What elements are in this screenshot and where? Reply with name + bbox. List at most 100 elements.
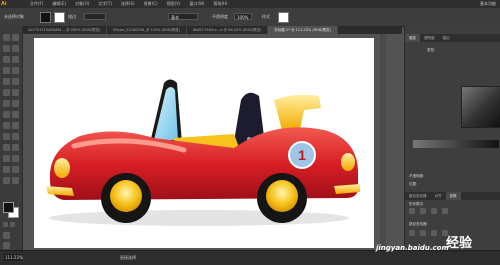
menu-effect[interactable]: 效果(C)	[144, 1, 158, 7]
gradient-tool-icon[interactable]	[12, 133, 19, 140]
app-logo: Ai	[1, 1, 7, 7]
front-hubcap	[110, 180, 142, 212]
menu-window[interactable]: 窗口(W)	[189, 1, 204, 7]
hand-tool-icon[interactable]	[3, 177, 10, 184]
blend-tool-icon[interactable]	[12, 144, 19, 151]
tab-stroke[interactable]: 描边	[439, 34, 454, 42]
watermark-site: jingyan.baidu.com	[376, 244, 449, 252]
draw-mode-icon[interactable]	[3, 232, 10, 239]
car-shadow	[49, 210, 349, 226]
pen-tool-icon[interactable]	[3, 56, 10, 63]
brush-field[interactable]: 基本	[168, 13, 198, 20]
minus-front-icon[interactable]	[420, 208, 426, 214]
pathfinder-panel-tabs: 路径查找器 对齐 变换	[405, 192, 500, 200]
position-label: 位置:	[409, 182, 418, 186]
gradient-type-label: 类型:	[427, 48, 436, 52]
gradient-mode-icon[interactable]	[10, 222, 15, 227]
vertical-scrollbar[interactable]	[380, 34, 386, 250]
scale-tool-icon[interactable]	[12, 100, 19, 107]
stroke-weight-field[interactable]	[84, 13, 106, 20]
watermark: 经验 jingyan.baidu.com	[376, 232, 498, 260]
intersect-icon[interactable]	[431, 208, 437, 214]
pathfinder-label: 路径查找器:	[409, 222, 428, 226]
control-bar: 未选择对象 描边 基本 不透明度 100% 样式	[0, 8, 500, 27]
tab-gradient[interactable]: 渐变	[405, 34, 420, 42]
opacity-field[interactable]: 100%	[234, 13, 252, 20]
gradient-slider[interactable]	[413, 140, 499, 148]
menu-help[interactable]: 帮助(H)	[213, 1, 227, 7]
menu-file[interactable]: 文件(F)	[30, 1, 43, 7]
rotate-tool-icon[interactable]	[3, 100, 10, 107]
magic-wand-tool-icon[interactable]	[3, 45, 10, 52]
rear-hubcap	[266, 180, 298, 212]
tab-doc-3[interactable]: 8b8217465cc…e @ 66.43% (RGB/预览)	[187, 26, 269, 34]
gradient-preview	[461, 86, 500, 128]
graph-tool-icon[interactable]	[12, 155, 19, 162]
menu-bar: Ai 文件(F) 编辑(E) 对象(O) 文字(T) 选择(S) 效果(C) 视…	[0, 0, 500, 8]
gradient-panel-tabs: 渐变 透明度 描边	[405, 34, 500, 42]
workspace-switcher[interactable]: 基本功能	[480, 0, 496, 8]
exclude-icon[interactable]	[442, 208, 448, 214]
shape-mode-buttons	[409, 208, 448, 214]
tab-transparency[interactable]: 透明度	[420, 34, 439, 42]
fill-color-box[interactable]	[3, 202, 14, 213]
zoom-field[interactable]: 111.22%	[4, 254, 23, 261]
fill-swatch[interactable]	[40, 12, 51, 23]
document-tabs: 2b7751519408d94… @ 265% (RGB/预览) Ellipse…	[22, 26, 402, 34]
eraser-tool-icon[interactable]	[12, 89, 19, 96]
tab-doc-2[interactable]: Ellipse_20180208_@ 100% (RGB/预览)	[107, 26, 188, 34]
menu-view[interactable]: 视图(V)	[167, 1, 181, 7]
line-tool-icon[interactable]	[3, 67, 10, 74]
menu-select[interactable]: 选择(S)	[121, 1, 135, 7]
right-panels: 渐变 透明度 描边 类型: 不透明度: 位置: 路径查找器 对齐 变换 形状模式…	[404, 26, 500, 250]
badge-number: 1	[298, 147, 306, 163]
perspective-grid-tool-icon[interactable]	[12, 122, 19, 129]
shape-mode-label: 形状模式:	[409, 202, 425, 206]
slice-tool-icon[interactable]	[12, 166, 19, 173]
tab-doc-1[interactable]: 2b7751519408d94… @ 265% (RGB/预览)	[22, 26, 108, 34]
direct-selection-tool-icon[interactable]	[12, 34, 19, 41]
lasso-tool-icon[interactable]	[12, 45, 19, 52]
blob-brush-tool-icon[interactable]	[3, 89, 10, 96]
current-tool-label: 直接选择	[120, 255, 136, 260]
eyedropper-tool-icon[interactable]	[3, 144, 10, 151]
selection-status: 未选择对象	[4, 14, 24, 19]
watermark-brand: 经验	[446, 236, 473, 251]
color-mode-icon[interactable]	[3, 222, 8, 227]
symbol-sprayer-tool-icon[interactable]	[3, 155, 10, 162]
style-label: 样式	[262, 14, 270, 19]
menu-object[interactable]: 对象(O)	[75, 1, 89, 7]
pencil-tool-icon[interactable]	[12, 78, 19, 85]
rear-spoiler	[274, 94, 321, 130]
opacity-label-panel: 不透明度:	[409, 174, 425, 178]
selection-tool-icon[interactable]	[3, 34, 10, 41]
artboard[interactable]: 1	[34, 38, 374, 248]
opacity-label: 不透明度	[212, 14, 228, 19]
taillight	[341, 153, 355, 171]
menu-list: 文件(F) 编辑(E) 对象(O) 文字(T) 选择(S) 效果(C) 视图(V…	[30, 0, 228, 8]
shape-builder-tool-icon[interactable]	[3, 122, 10, 129]
menu-type[interactable]: 文字(T)	[98, 1, 112, 7]
stroke-swatch[interactable]	[54, 12, 65, 23]
tools-panel	[0, 26, 23, 250]
free-transform-tool-icon[interactable]	[12, 111, 19, 118]
width-tool-icon[interactable]	[3, 111, 10, 118]
headlight-front	[54, 158, 70, 178]
zoom-tool-icon[interactable]	[12, 177, 19, 184]
mesh-tool-icon[interactable]	[3, 133, 10, 140]
workspace-label: 基本功能	[480, 1, 496, 6]
type-tool-icon[interactable]	[12, 56, 19, 63]
style-swatch[interactable]	[278, 12, 289, 23]
stroke-label: 描边	[68, 14, 76, 19]
screen-mode-icon[interactable]	[3, 242, 10, 249]
tab-pathfinder[interactable]: 路径查找器	[405, 192, 431, 200]
artboard-tool-icon[interactable]	[3, 166, 10, 173]
car-illustration: 1	[46, 79, 360, 226]
tab-transform[interactable]: 变换	[445, 192, 461, 200]
menu-edit[interactable]: 编辑(E)	[52, 1, 66, 7]
tab-align[interactable]: 对齐	[431, 192, 446, 200]
rectangle-tool-icon[interactable]	[12, 67, 19, 74]
unite-icon[interactable]	[409, 208, 415, 214]
tab-doc-active[interactable]: 未标题-2* @ 111.22% (RGB/预览)	[268, 26, 338, 34]
paintbrush-tool-icon[interactable]	[3, 78, 10, 85]
